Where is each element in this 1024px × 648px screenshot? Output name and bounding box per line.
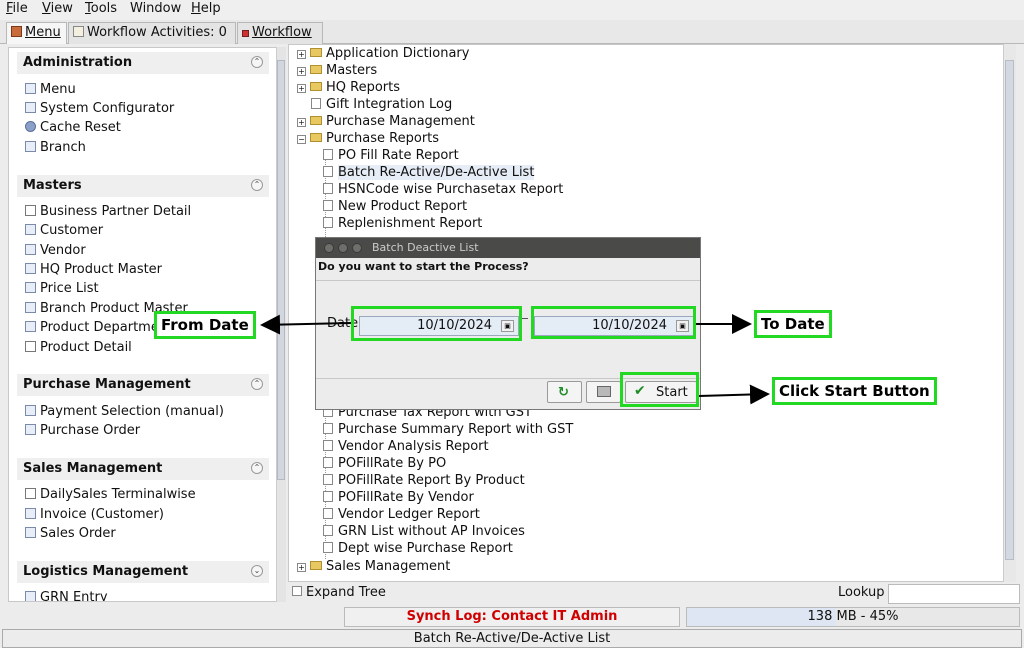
- annotation-to-date: To Date: [754, 310, 832, 338]
- memory-text: 138 MB - 45%: [807, 609, 899, 624]
- annotation-from-date: From Date: [154, 311, 256, 339]
- memory-bar[interactable]: 138 MB - 45%: [686, 607, 1020, 627]
- expand-tree-checkbox[interactable]: [292, 586, 302, 596]
- lookup-input[interactable]: [888, 584, 1020, 604]
- expand-tree-label: Expand Tree: [306, 585, 386, 600]
- synch-log-status[interactable]: Synch Log: Contact IT Admin: [344, 607, 680, 627]
- status-bar: Batch Re-Active/De-Active List: [2, 629, 1022, 648]
- lookup-label: Lookup: [838, 585, 885, 600]
- annotation-start: Click Start Button: [772, 377, 937, 405]
